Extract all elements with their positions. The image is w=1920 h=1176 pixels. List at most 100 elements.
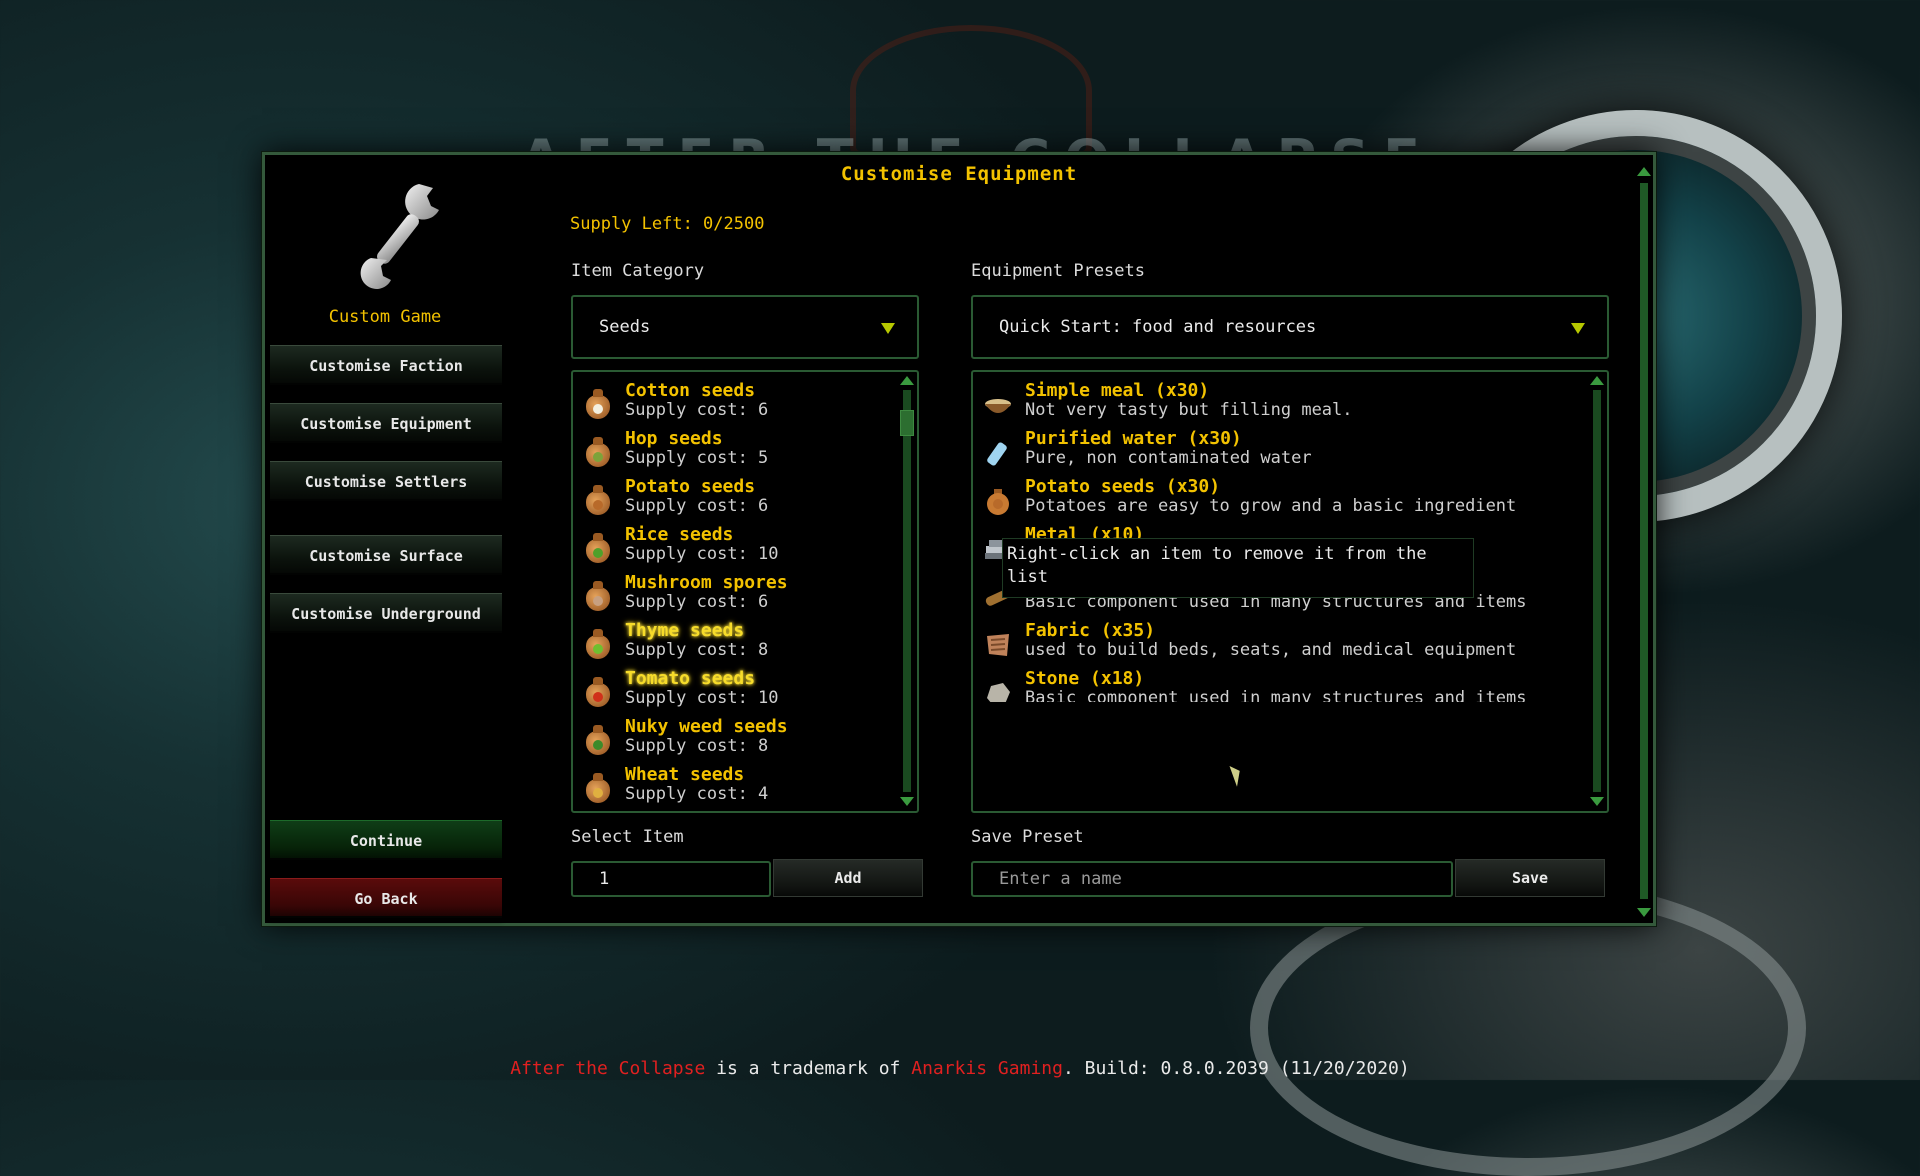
preset-item-name: Purified water (x30) bbox=[1025, 428, 1242, 449]
preset-item-desc: Basic component used in many structures … bbox=[1025, 688, 1527, 702]
item-name: Cotton seeds bbox=[625, 380, 756, 401]
item-cost: Supply cost: 5 bbox=[625, 448, 769, 468]
supply-left: Supply Left: 0/2500 bbox=[570, 214, 765, 234]
seed-bag-icon bbox=[583, 629, 613, 660]
stone-icon bbox=[983, 678, 1013, 702]
list-item[interactable]: Nuky weed seeds Supply cost: 8 bbox=[583, 716, 893, 764]
item-name: Rice seeds bbox=[625, 524, 734, 545]
equipment-presets-label: Equipment Presets bbox=[971, 261, 1145, 281]
scroll-down-arrow-icon[interactable] bbox=[1590, 797, 1604, 806]
scroll-up-arrow-icon[interactable] bbox=[900, 376, 914, 385]
preset-name-input[interactable]: Enter a name bbox=[971, 861, 1453, 897]
item-name: Tomato seeds bbox=[625, 668, 756, 689]
wrench-icon bbox=[360, 184, 439, 289]
customise-underground-button[interactable]: Customise Underground bbox=[270, 593, 502, 633]
footer-trademark: After the Collapse is a trademark of Ana… bbox=[0, 1058, 1920, 1079]
scroll-track[interactable] bbox=[903, 390, 911, 792]
preset-list-item[interactable]: Stone (x18) Basic component used in many … bbox=[983, 668, 1583, 702]
preset-item-name: Fabric (x35) bbox=[1025, 620, 1156, 641]
item-category-selected: Seeds bbox=[599, 317, 651, 337]
seed-bag-icon bbox=[583, 533, 613, 564]
item-list-scrollbar[interactable] bbox=[899, 376, 915, 806]
item-category-label: Item Category bbox=[571, 261, 705, 281]
customise-equipment-button[interactable]: Customise Equipment bbox=[270, 403, 502, 443]
preset-list-item[interactable]: Potato seeds (x30) Potatoes are easy to g… bbox=[983, 476, 1583, 524]
customise-settlers-button[interactable]: Customise Settlers bbox=[270, 461, 502, 501]
window-scrollbar[interactable] bbox=[1637, 167, 1651, 917]
seed-bag-icon bbox=[583, 389, 613, 420]
preset-item-desc: Potatoes are easy to grow and a basic in… bbox=[1025, 496, 1517, 516]
save-button[interactable]: Save bbox=[1455, 859, 1605, 897]
preset-list-scrollbar[interactable] bbox=[1589, 376, 1605, 806]
item-list[interactable]: Cotton seeds Supply cost: 6 Hop seeds Suppl… bbox=[571, 370, 919, 813]
dropdown-caret-icon bbox=[1571, 323, 1585, 334]
preset-item-name: Stone (x18) bbox=[1025, 668, 1145, 689]
preset-item-name: Simple meal (x30) bbox=[1025, 380, 1210, 401]
seed-bag-icon bbox=[583, 773, 613, 804]
seed-bag-icon bbox=[583, 485, 613, 516]
mode-title: Custom Game bbox=[328, 307, 442, 327]
preset-item-desc: Pure, non contaminated water bbox=[1025, 448, 1312, 468]
footer-middle: is a trademark of bbox=[705, 1058, 912, 1079]
customise-faction-button[interactable]: Customise Faction bbox=[270, 345, 502, 385]
preset-list-item[interactable]: Fabric (x35) used to build beds, seats, a… bbox=[983, 620, 1583, 668]
item-cost: Supply cost: 6 bbox=[625, 592, 769, 612]
item-cost: Supply cost: 10 bbox=[625, 688, 779, 708]
list-item[interactable]: Tomato seeds Supply cost: 10 bbox=[583, 668, 893, 716]
select-item-label: Select Item bbox=[571, 827, 684, 847]
quantity-input[interactable]: 1 bbox=[571, 861, 771, 897]
list-item[interactable]: Potato seeds Supply cost: 6 bbox=[583, 476, 893, 524]
footer-game-name: After the Collapse bbox=[510, 1058, 706, 1079]
item-name: Thyme seeds bbox=[625, 620, 745, 641]
item-cost: Supply cost: 6 bbox=[625, 496, 769, 516]
scroll-thumb[interactable] bbox=[900, 410, 914, 436]
item-cost: Supply cost: 8 bbox=[625, 640, 769, 660]
go-back-button[interactable]: Go Back bbox=[270, 878, 502, 918]
item-name: Hop seeds bbox=[625, 428, 723, 449]
item-category-dropdown[interactable]: Seeds bbox=[571, 295, 919, 359]
list-item[interactable]: Hop seeds Supply cost: 5 bbox=[583, 428, 893, 476]
window-title: Customise Equipment bbox=[840, 163, 1078, 185]
scroll-track[interactable] bbox=[1593, 390, 1601, 792]
item-cost: Supply cost: 8 bbox=[625, 736, 769, 756]
bowl-icon bbox=[983, 390, 1013, 420]
seed-bag-icon bbox=[583, 581, 613, 612]
fabric-icon bbox=[983, 630, 1013, 660]
item-name: Potato seeds bbox=[625, 476, 756, 497]
list-item[interactable]: Cotton seeds Supply cost: 6 bbox=[583, 380, 893, 428]
scroll-down-arrow-icon[interactable] bbox=[1637, 908, 1651, 917]
preset-item-name: Potato seeds (x30) bbox=[1025, 476, 1221, 497]
add-button[interactable]: Add bbox=[773, 859, 923, 897]
preset-item-desc: Not very tasty but filling meal. bbox=[1025, 400, 1353, 420]
remove-item-tooltip: Right-click an item to remove it from th… bbox=[1002, 538, 1474, 598]
seed-bag-icon bbox=[983, 486, 1013, 516]
continue-button[interactable]: Continue bbox=[270, 820, 502, 860]
save-preset-label: Save Preset bbox=[971, 827, 1084, 847]
item-cost: Supply cost: 10 bbox=[625, 544, 779, 564]
list-item[interactable]: Mushroom spores Supply cost: 6 bbox=[583, 572, 893, 620]
item-cost: Supply cost: 4 bbox=[625, 784, 769, 804]
scroll-up-arrow-icon[interactable] bbox=[1590, 376, 1604, 385]
list-item[interactable]: Thyme seeds Supply cost: 8 bbox=[583, 620, 893, 668]
preset-item-desc: used to build beds, seats, and medical e… bbox=[1025, 640, 1517, 660]
seed-bag-icon bbox=[583, 677, 613, 708]
scroll-up-arrow-icon[interactable] bbox=[1637, 167, 1651, 176]
list-item[interactable]: Wheat seeds Supply cost: 4 bbox=[583, 764, 893, 811]
dropdown-caret-icon bbox=[881, 323, 895, 334]
water-bottle-icon bbox=[983, 438, 1013, 468]
scroll-track[interactable] bbox=[1640, 183, 1648, 899]
item-name: Nuky weed seeds bbox=[625, 716, 788, 737]
footer-company: Anarkis Gaming bbox=[911, 1058, 1063, 1079]
footer-build: . Build: 0.8.0.2039 (11/20/2020) bbox=[1062, 1058, 1410, 1079]
item-name: Wheat seeds bbox=[625, 764, 745, 785]
preset-list-item[interactable]: Purified water (x30) Pure, non contaminat… bbox=[983, 428, 1583, 476]
seed-bag-icon bbox=[583, 725, 613, 756]
item-cost: Supply cost: 6 bbox=[625, 400, 769, 420]
scroll-down-arrow-icon[interactable] bbox=[900, 797, 914, 806]
preset-list-item[interactable]: Simple meal (x30) Not very tasty but fill… bbox=[983, 380, 1583, 428]
customise-surface-button[interactable]: Customise Surface bbox=[270, 535, 502, 575]
seed-bag-icon bbox=[583, 437, 613, 468]
item-name: Mushroom spores bbox=[625, 572, 788, 593]
list-item[interactable]: Rice seeds Supply cost: 10 bbox=[583, 524, 893, 572]
equipment-presets-dropdown[interactable]: Quick Start: food and resources bbox=[971, 295, 1609, 359]
